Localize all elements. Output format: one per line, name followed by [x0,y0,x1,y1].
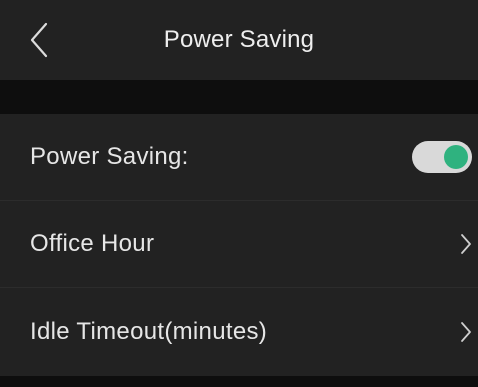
office-hour-label: Office Hour [30,230,155,257]
chevron-right-icon [460,233,472,255]
power-saving-row[interactable]: Power Saving: [0,114,478,201]
idle-timeout-label: Idle Timeout(minutes) [30,318,268,345]
bottom-area [0,376,478,387]
chevron-right-icon [460,321,472,343]
settings-list: Power Saving: Office Hour Idle Timeout(m… [0,114,478,376]
header-bar: Power Saving [0,0,478,80]
idle-timeout-row[interactable]: Idle Timeout(minutes) [0,288,478,376]
toggle-knob [444,145,468,169]
section-divider [0,80,478,114]
power-saving-toggle[interactable] [412,141,472,173]
page-title: Power Saving [163,26,315,53]
power-saving-label: Power Saving: [30,143,189,170]
office-hour-row[interactable]: Office Hour [0,201,478,288]
